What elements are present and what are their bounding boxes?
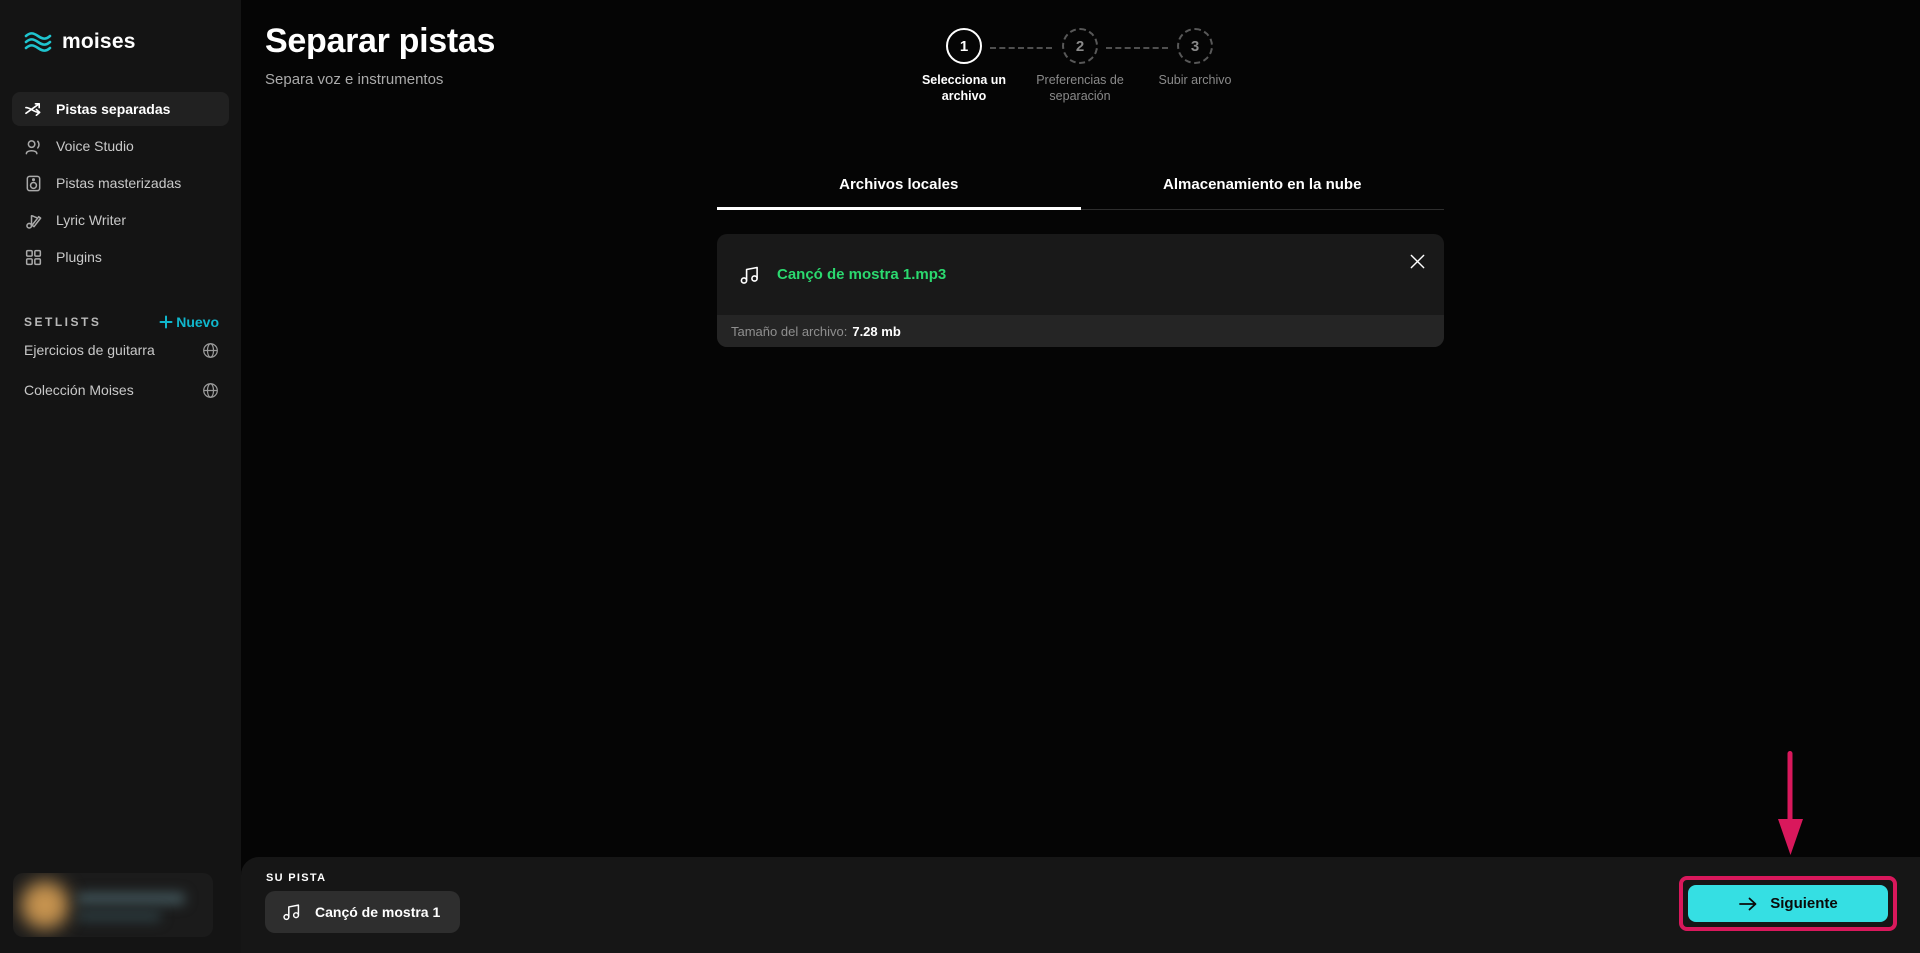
sidebar-item-pistas-masterizadas[interactable]: Pistas masterizadas bbox=[12, 166, 229, 200]
tab-label: Almacenamiento en la nube bbox=[1163, 176, 1361, 193]
voice-studio-icon bbox=[24, 137, 43, 156]
setlist-item-coleccion[interactable]: Colección Moises bbox=[24, 370, 219, 410]
brand: moises bbox=[0, 0, 241, 54]
sidebar-item-label: Plugins bbox=[56, 249, 102, 265]
source-tabs: Archivos locales Almacenamiento en la nu… bbox=[717, 160, 1444, 210]
mastered-tracks-icon bbox=[24, 174, 43, 193]
setlist-item-label: Colección Moises bbox=[24, 382, 134, 398]
step-upload-file: 3 Subir archivo bbox=[1120, 28, 1270, 88]
file-size-value: 7.28 mb bbox=[852, 324, 900, 339]
bottom-bar: SU PISTA Cançó de mostra 1 Siguiente bbox=[241, 857, 1920, 953]
arrow-right-icon bbox=[1738, 896, 1758, 912]
step-number: 3 bbox=[1177, 28, 1213, 64]
user-plan-blurred bbox=[77, 911, 161, 921]
lyric-writer-icon bbox=[24, 211, 43, 230]
step-label: Subir archivo bbox=[1135, 72, 1255, 88]
sidebar-item-label: Voice Studio bbox=[56, 138, 134, 154]
annotation-highlight: Siguiente bbox=[1679, 876, 1897, 931]
sidebar-nav: Pistas separadas Voice Studio Pistas m bbox=[0, 92, 241, 274]
step-number: 1 bbox=[946, 28, 982, 64]
user-name-blurred bbox=[77, 893, 185, 904]
setlists-title: SETLISTS bbox=[24, 315, 101, 329]
your-track-label: SU PISTA bbox=[266, 872, 326, 884]
globe-icon bbox=[202, 382, 219, 399]
sidebar-item-pistas-separadas[interactable]: Pistas separadas bbox=[12, 92, 229, 126]
moises-logo-icon bbox=[24, 31, 52, 53]
step-number: 2 bbox=[1062, 28, 1098, 64]
setlist-item-label: Ejercicios de guitarra bbox=[24, 342, 155, 358]
track-chip: Cançó de mostra 1 bbox=[265, 891, 460, 933]
sidebar-item-plugins[interactable]: Plugins bbox=[12, 240, 229, 274]
sidebar-item-label: Pistas masterizadas bbox=[56, 175, 181, 191]
sidebar: moises Pistas separadas Voice Studio bbox=[0, 0, 241, 953]
next-button[interactable]: Siguiente bbox=[1688, 885, 1888, 922]
avatar bbox=[21, 881, 69, 929]
page-subtitle: Separa voz e instrumentos bbox=[265, 71, 495, 88]
file-card-main: Cançó de mostra 1.mp3 bbox=[717, 234, 1444, 315]
plus-icon bbox=[159, 315, 173, 329]
sidebar-item-label: Lyric Writer bbox=[56, 212, 126, 228]
close-icon[interactable] bbox=[1404, 248, 1430, 274]
split-tracks-icon bbox=[24, 100, 43, 119]
file-size-label: Tamaño del archivo: bbox=[731, 324, 847, 339]
setlist-item-ejercicios[interactable]: Ejercicios de guitarra bbox=[24, 330, 219, 370]
upload-stepper: 1 Selecciona un archivo 2 Preferencias d… bbox=[889, 28, 1351, 132]
tab-local-files[interactable]: Archivos locales bbox=[717, 160, 1081, 209]
tab-label: Archivos locales bbox=[839, 176, 958, 193]
next-button-label: Siguiente bbox=[1770, 895, 1838, 912]
new-setlist-label: Nuevo bbox=[176, 314, 219, 330]
music-note-icon bbox=[280, 901, 302, 923]
sidebar-item-label: Pistas separadas bbox=[56, 101, 170, 117]
music-note-icon bbox=[737, 263, 761, 287]
sidebar-item-lyric-writer[interactable]: Lyric Writer bbox=[12, 203, 229, 237]
new-setlist-button[interactable]: Nuevo bbox=[159, 314, 219, 330]
track-name: Cançó de mostra 1 bbox=[315, 904, 440, 920]
page-header: Separar pistas Separa voz e instrumentos bbox=[265, 22, 495, 88]
brand-name: moises bbox=[62, 30, 136, 54]
file-name: Cançó de mostra 1.mp3 bbox=[777, 266, 946, 283]
selected-file-card: Cançó de mostra 1.mp3 Tamaño del archivo… bbox=[717, 234, 1444, 347]
tab-cloud-storage[interactable]: Almacenamiento en la nube bbox=[1081, 160, 1445, 209]
user-profile[interactable] bbox=[13, 873, 213, 937]
annotation-arrow-icon bbox=[1771, 751, 1811, 859]
page-title: Separar pistas bbox=[265, 22, 495, 61]
plugins-icon bbox=[24, 248, 43, 267]
globe-icon bbox=[202, 342, 219, 359]
file-size-row: Tamaño del archivo: 7.28 mb bbox=[717, 315, 1444, 347]
upload-section: Archivos locales Almacenamiento en la nu… bbox=[717, 160, 1444, 347]
setlists-header: SETLISTS Nuevo bbox=[24, 314, 219, 330]
sidebar-item-voice-studio[interactable]: Voice Studio bbox=[12, 129, 229, 163]
